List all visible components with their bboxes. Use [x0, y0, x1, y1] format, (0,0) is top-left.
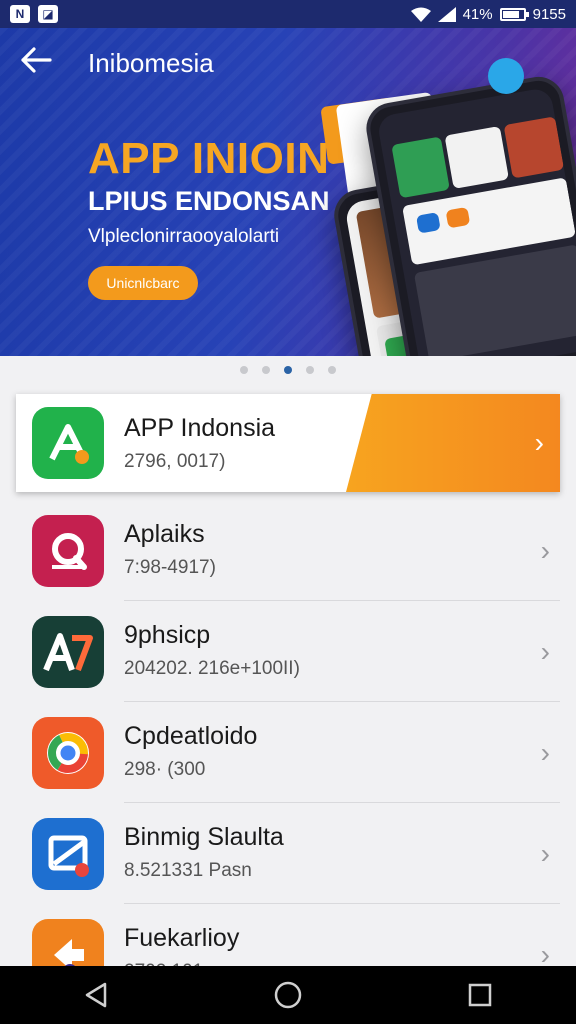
status-bar: N ◪ 41% 9155 — [0, 0, 576, 28]
system-nav-bar — [0, 966, 576, 1024]
nav-recents-button[interactable] — [450, 975, 510, 1015]
banner-subheadline: LPIUS ENDONSAN — [88, 186, 330, 216]
app-row[interactable]: Cpdeatloido 298· (300 › — [0, 702, 576, 803]
nav-home-button[interactable] — [258, 975, 318, 1015]
search-magnify-icon — [32, 514, 104, 587]
carousel-dot[interactable] — [240, 366, 248, 374]
app-name: APP Indonsia — [124, 414, 276, 442]
app-meta: 2796, 0017) — [124, 451, 226, 472]
banner-tagline: Vlpleclonirraooyalolarti — [88, 226, 280, 247]
promo-banner[interactable]: Inibomesia APP INIOIN LPIUS ENDONSAN Vlp… — [0, 28, 576, 356]
notification-n-icon: N — [10, 5, 30, 23]
app-list: APP Indonsia 2796, 0017) › Aplaiks 7:98-4917… — [0, 392, 576, 1005]
banner-headline: APP INIOIN — [88, 134, 330, 183]
page-title: Inibomesia — [88, 48, 214, 78]
carousel-dot[interactable] — [284, 366, 292, 374]
nav-back-button[interactable] — [66, 975, 126, 1015]
app-meta: 204202. 216e+100II) — [124, 658, 300, 679]
app-row[interactable]: Aplaiks 7:98-4917) › — [0, 500, 576, 601]
app-name: Fuekarlioy — [124, 924, 240, 952]
arrow-left-icon — [21, 47, 52, 73]
notification-image-icon: ◪ — [38, 5, 58, 23]
battery-percent: 41% — [462, 5, 493, 23]
back-button[interactable] — [20, 46, 56, 78]
app-meta: 8.521331 Pasn — [124, 860, 252, 881]
carousel-dot[interactable] — [306, 366, 314, 374]
app-meta: 298· (300 — [124, 759, 206, 780]
chevron-right-icon[interactable]: › — [541, 535, 550, 567]
banner-cta-button[interactable]: Unicnlcbarc — [88, 266, 198, 300]
chevron-right-icon[interactable]: › — [541, 737, 550, 769]
a7-letter-icon — [32, 615, 104, 688]
recents-square-icon — [468, 983, 492, 1007]
home-circle-icon — [274, 981, 302, 1009]
featured-orange-stripe — [346, 394, 560, 492]
battery-icon — [499, 7, 529, 21]
app-meta: 7:98-4917) — [124, 557, 216, 578]
wifi-icon — [410, 7, 431, 22]
app-name: Binmig Slaulta — [124, 823, 284, 851]
carousel-dot[interactable] — [262, 366, 270, 374]
back-triangle-icon — [85, 982, 107, 1008]
chevron-right-icon[interactable]: › — [541, 636, 550, 668]
chevron-right-icon[interactable]: › — [541, 838, 550, 870]
carousel-indicator — [0, 366, 576, 374]
photo-square-icon — [32, 817, 104, 890]
app-name: Aplaiks — [124, 520, 205, 548]
a-arrow-icon — [32, 407, 104, 479]
app-row[interactable]: 9phsicp 204202. 216e+100II) › — [0, 601, 576, 702]
app-name: 9phsicp — [124, 621, 211, 649]
carousel-dot[interactable] — [328, 366, 336, 374]
chrome-ring-icon — [32, 716, 104, 789]
chevron-right-icon[interactable]: › — [535, 427, 544, 459]
signal-icon — [437, 6, 456, 22]
banner-cloud-badge — [488, 58, 524, 94]
clock: 9155 — [532, 5, 566, 23]
app-row[interactable]: Binmig Slaulta 8.521331 Pasn › — [0, 803, 576, 904]
featured-app-row[interactable]: APP Indonsia 2796, 0017) › — [16, 394, 560, 492]
app-name: Cpdeatloido — [124, 722, 258, 750]
